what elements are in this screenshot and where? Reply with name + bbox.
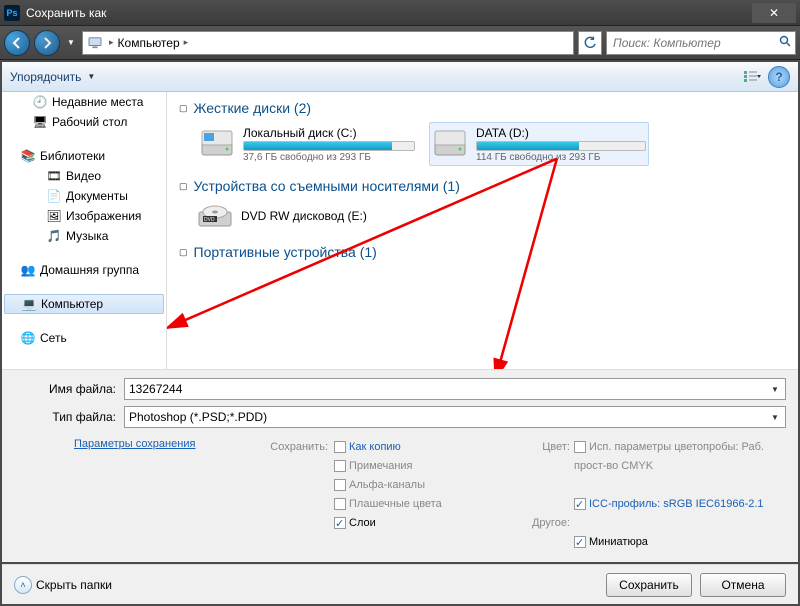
sidebar-item-recent[interactable]: 🕘Недавние места <box>2 92 166 112</box>
help-button[interactable]: ? <box>768 66 790 88</box>
computer-icon: 💻 <box>21 296 37 312</box>
checkbox-notes[interactable] <box>334 460 346 472</box>
drive-d[interactable]: DATA (D:) 114 ГБ свободно из 293 ГБ <box>429 122 649 166</box>
video-icon: 🎞 <box>46 168 62 184</box>
arrow-right-icon <box>40 36 54 50</box>
organize-button[interactable]: Упорядочить ▼ <box>10 70 95 84</box>
checkbox-proof[interactable] <box>574 441 586 453</box>
breadcrumb-computer[interactable]: Компьютер <box>116 36 182 50</box>
search-box[interactable] <box>606 31 796 55</box>
chevron-down-icon[interactable]: ▼ <box>767 409 783 425</box>
sidebar-item-computer[interactable]: 💻Компьютер <box>4 294 164 314</box>
content-pane[interactable]: ▢ Жесткие диски (2) Локальный диск (C:) … <box>167 92 798 369</box>
file-fields-panel: Имя файла: 13267244 ▼ Тип файла: Photosh… <box>2 369 798 562</box>
network-icon: 🌐 <box>20 330 36 346</box>
cancel-button[interactable]: Отмена <box>700 573 786 597</box>
checkbox-spot[interactable] <box>334 498 346 510</box>
sidebar-item-images[interactable]: 🖼Изображения <box>2 206 166 226</box>
drive-dvd[interactable]: DVD DVD RW дисковод (E:) <box>197 198 786 234</box>
organize-label: Упорядочить <box>10 70 81 84</box>
filename-label: Имя файла: <box>14 382 124 396</box>
close-button[interactable]: ✕ <box>752 3 796 23</box>
view-icon <box>744 70 762 84</box>
checkbox-icc[interactable] <box>574 498 586 510</box>
search-icon <box>779 35 791 50</box>
sidebar-item-music[interactable]: 🎵Музыка <box>2 226 166 246</box>
images-icon: 🖼 <box>46 208 62 224</box>
collapse-icon: ▢ <box>179 103 188 114</box>
save-as-dialog: Ps Сохранить как ✕ ▼ ▸ Компьютер ▸ <box>0 0 800 606</box>
arrow-left-icon <box>10 36 24 50</box>
documents-icon: 📄 <box>46 188 62 204</box>
view-options-button[interactable] <box>742 66 764 88</box>
section-removable[interactable]: ▢ Устройства со съемными носителями (1) <box>179 178 786 194</box>
libraries-icon: 📚 <box>20 148 36 164</box>
dvd-drive-icon: DVD <box>197 198 233 234</box>
history-dropdown[interactable]: ▼ <box>64 30 78 56</box>
color-label: Цвет: <box>542 441 570 453</box>
nav-bar: ▼ ▸ Компьютер ▸ <box>0 26 800 60</box>
back-button[interactable] <box>4 30 30 56</box>
section-hard-drives[interactable]: ▢ Жесткие диски (2) <box>179 100 786 116</box>
sidebar-item-homegroup[interactable]: 👥Домашняя группа <box>2 260 166 280</box>
refresh-icon <box>583 36 597 50</box>
filename-input[interactable]: 13267244 ▼ <box>124 378 786 400</box>
chevron-down-icon: ▼ <box>87 72 95 81</box>
collapse-icon: ▢ <box>179 181 188 192</box>
hide-folders-button[interactable]: ˄ Скрыть папки <box>14 576 112 594</box>
other-label: Другое: <box>532 517 570 529</box>
window-title: Сохранить как <box>26 6 106 20</box>
photoshop-icon: Ps <box>4 5 20 21</box>
collapse-icon: ▢ <box>179 247 188 258</box>
svg-text:DVD: DVD <box>204 217 215 223</box>
checkbox-layers[interactable] <box>334 517 346 529</box>
checkbox-as-copy[interactable] <box>334 441 346 453</box>
save-params-link[interactable]: Параметры сохранения <box>74 438 195 450</box>
desktop-icon: 🖥 <box>32 114 48 130</box>
drive-c[interactable]: Локальный диск (C:) 37,6 ГБ свободно из … <box>197 122 417 166</box>
checkbox-alpha[interactable] <box>334 479 346 491</box>
forward-button[interactable] <box>34 30 60 56</box>
title-bar[interactable]: Ps Сохранить как ✕ <box>0 0 800 26</box>
save-label: Сохранить: <box>270 441 328 453</box>
hdd-icon <box>432 126 468 162</box>
hdd-icon <box>199 126 235 162</box>
sidebar-item-libraries[interactable]: 📚Библиотеки <box>2 146 166 166</box>
chevron-down-icon[interactable]: ▼ <box>767 381 783 397</box>
chevron-up-icon: ˄ <box>14 576 32 594</box>
chevron-right-icon: ▸ <box>107 37 116 48</box>
toolbar: Упорядочить ▼ ? <box>2 62 798 92</box>
refresh-button[interactable] <box>578 31 602 55</box>
dialog-footer: ˄ Скрыть папки Сохранить Отмена <box>2 564 798 604</box>
save-button[interactable]: Сохранить <box>606 573 692 597</box>
address-bar[interactable]: ▸ Компьютер ▸ <box>82 31 574 55</box>
filetype-label: Тип файла: <box>14 410 124 424</box>
sidebar-item-documents[interactable]: 📄Документы <box>2 186 166 206</box>
music-icon: 🎵 <box>46 228 62 244</box>
homegroup-icon: 👥 <box>20 262 36 278</box>
recent-icon: 🕘 <box>32 94 48 110</box>
search-input[interactable] <box>611 35 779 51</box>
save-options: Параметры сохранения Сохранить: Как копи… <box>14 438 786 552</box>
section-portable[interactable]: ▢ Портативные устройства (1) <box>179 244 786 260</box>
filetype-select[interactable]: Photoshop (*.PSD;*.PDD) ▼ <box>124 406 786 428</box>
chevron-right-icon: ▸ <box>182 37 191 48</box>
sidebar-item-desktop[interactable]: 🖥Рабочий стол <box>2 112 166 132</box>
computer-icon <box>87 36 103 50</box>
checkbox-thumbnail[interactable] <box>574 536 586 548</box>
sidebar-item-network[interactable]: 🌐Сеть <box>2 328 166 348</box>
sidebar-item-video[interactable]: 🎞Видео <box>2 166 166 186</box>
navigation-pane: 🕘Недавние места 🖥Рабочий стол 📚Библиотек… <box>2 92 167 369</box>
